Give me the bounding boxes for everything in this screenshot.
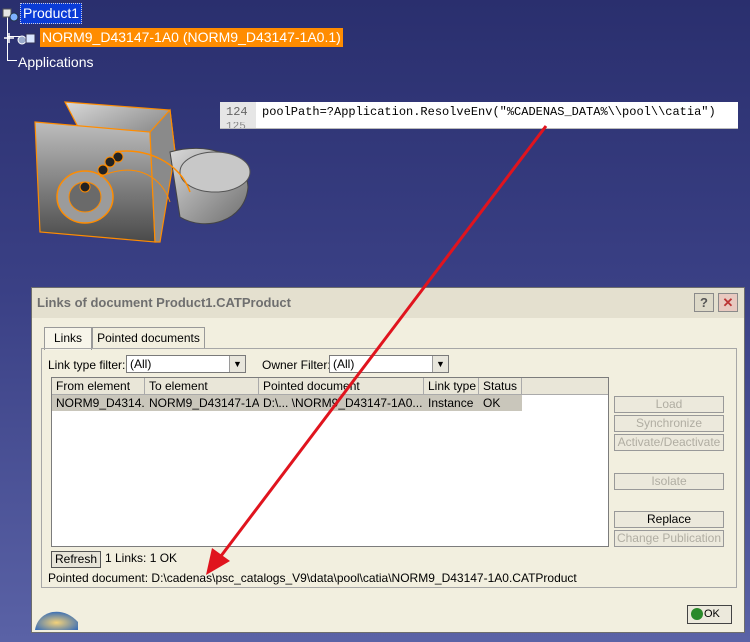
owner-filter-value: (All) bbox=[333, 357, 355, 371]
product-icon bbox=[2, 7, 19, 21]
column-header-status[interactable]: Status bbox=[479, 378, 522, 395]
tree-node-applications[interactable]: Applications bbox=[16, 53, 96, 72]
code-snippet: 124 125 poolPath=?Application.ResolveEnv… bbox=[220, 102, 738, 129]
owner-filter-select[interactable]: (All) ▼ bbox=[329, 355, 449, 373]
links-count: 1 Links: 1 OK bbox=[105, 551, 178, 565]
help-button[interactable]: ? bbox=[694, 293, 714, 312]
tree-node-part[interactable]: NORM9_D43147-1A0 (NORM9_D43147-1A0.1) bbox=[2, 28, 343, 47]
tab-pointed-documents[interactable]: Pointed documents bbox=[92, 327, 205, 349]
column-header-filler bbox=[522, 378, 608, 395]
tab-links[interactable]: Links bbox=[44, 327, 92, 350]
link-type-filter-select[interactable]: (All) ▼ bbox=[126, 355, 246, 373]
links-table[interactable]: From element To element Pointed document… bbox=[51, 377, 609, 547]
cell-pointed-document[interactable]: D:\... \NORM9_D43147-1A0... bbox=[259, 395, 424, 411]
cell-to-element[interactable]: NORM9_D43147-1A0 bbox=[145, 395, 259, 411]
cell-status[interactable]: OK bbox=[479, 395, 522, 411]
dialog-title: Links of document Product1.CATProduct bbox=[37, 295, 291, 310]
column-header-from-element[interactable]: From element bbox=[52, 378, 145, 395]
next-line-number: 125 bbox=[226, 122, 246, 128]
pointed-document-path: Pointed document: D:\cadenas\psc_catalog… bbox=[48, 571, 577, 585]
synchronize-button[interactable]: Synchronize bbox=[614, 415, 724, 432]
chevron-down-icon[interactable]: ▼ bbox=[229, 356, 245, 372]
ok-check-icon bbox=[691, 608, 703, 620]
ok-button[interactable]: OK bbox=[687, 605, 732, 624]
ok-label: OK bbox=[704, 608, 720, 620]
isolate-button[interactable]: Isolate bbox=[614, 473, 724, 490]
tree-label-part[interactable]: NORM9_D43147-1A0 (NORM9_D43147-1A0.1) bbox=[40, 28, 343, 47]
code-line-text: poolPath=?Application.ResolveEnv("%CADEN… bbox=[262, 105, 716, 119]
column-header-pointed-document[interactable]: Pointed document bbox=[259, 378, 424, 395]
close-button[interactable]: ✕ bbox=[718, 293, 738, 312]
cell-from-element[interactable]: NORM9_D4314... bbox=[52, 395, 145, 411]
catia-compass-icon[interactable] bbox=[33, 600, 83, 630]
tree-label-applications[interactable]: Applications bbox=[16, 53, 96, 72]
change-publication-button[interactable]: Change Publication bbox=[614, 530, 724, 547]
activate-deactivate-button[interactable]: Activate/Deactivate bbox=[614, 434, 724, 451]
load-button[interactable]: Load bbox=[614, 396, 724, 413]
replace-button[interactable]: Replace bbox=[614, 511, 724, 528]
expand-icon[interactable] bbox=[2, 31, 16, 45]
dialog-titlebar[interactable]: Links of document Product1.CATProduct ? … bbox=[32, 288, 744, 318]
owner-filter-label: Owner Filter: bbox=[262, 358, 331, 372]
cell-link-type[interactable]: Instance bbox=[424, 395, 479, 411]
specification-tree: Product1 NORM9_D43147-1A0 (NORM9_D43147-… bbox=[0, 0, 360, 80]
column-header-link-type[interactable]: Link type bbox=[424, 378, 479, 395]
link-type-filter-value: (All) bbox=[130, 357, 152, 371]
part-link-icon bbox=[16, 31, 38, 45]
tree-node-product1[interactable]: Product1 bbox=[2, 3, 83, 24]
refresh-button[interactable]: Refresh bbox=[51, 551, 101, 568]
tree-label-product1[interactable]: Product1 bbox=[20, 3, 83, 24]
chevron-down-icon[interactable]: ▼ bbox=[432, 356, 448, 372]
link-type-filter-label: Link type filter: bbox=[48, 358, 126, 372]
column-header-to-element[interactable]: To element bbox=[145, 378, 259, 395]
